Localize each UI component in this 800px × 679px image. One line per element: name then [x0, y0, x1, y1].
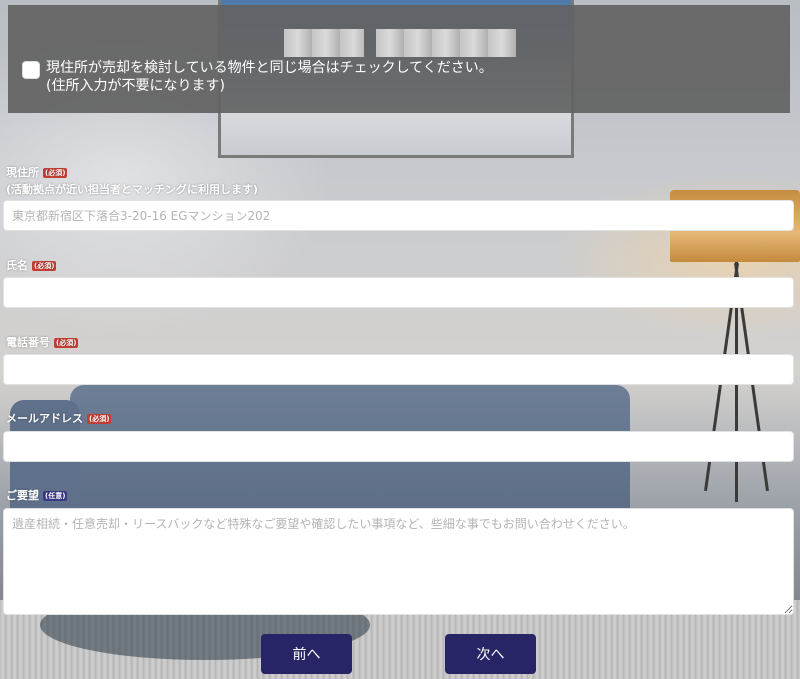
- required-badge: (必須): [43, 168, 68, 178]
- phone-label-text: 電話番号: [6, 336, 50, 349]
- next-button[interactable]: 次へ: [445, 634, 536, 674]
- phone-label: 電話番号 (必須): [6, 334, 79, 350]
- required-badge: (必須): [54, 338, 79, 348]
- same-address-text-line2: (住所入力が不要になります): [46, 78, 225, 94]
- required-badge: (必須): [87, 414, 112, 424]
- same-address-row: 現住所が売却を検討している物件と同じ場合はチェックしてください。 (住所入力が不…: [22, 59, 493, 95]
- name-label: 氏名 (必須): [6, 257, 57, 273]
- optional-badge: (任意): [43, 491, 68, 501]
- address-label-text: 現住所: [6, 166, 39, 179]
- address-label: 現住所 (必須): [6, 164, 68, 180]
- same-address-text-line1: 現住所が売却を検討している物件と同じ場合はチェックしてください。: [46, 60, 493, 76]
- same-address-checkbox[interactable]: [22, 61, 40, 79]
- email-label: メールアドレス (必須): [6, 410, 112, 426]
- email-input[interactable]: [3, 431, 794, 462]
- phone-input[interactable]: [3, 354, 794, 385]
- address-sublabel: (活動拠点が近い担当者とマッチングに利用します): [6, 183, 259, 196]
- same-address-text: 現住所が売却を検討している物件と同じ場合はチェックしてください。 (住所入力が不…: [46, 59, 493, 95]
- required-badge: (必須): [32, 261, 57, 271]
- name-label-text: 氏名: [6, 259, 28, 272]
- request-textarea[interactable]: [3, 508, 794, 615]
- same-address-notice: 現住所が売却を検討している物件と同じ場合はチェックしてください。 (住所入力が不…: [8, 5, 790, 113]
- pixelated-heading: [284, 29, 364, 57]
- pixelated-heading: [376, 29, 516, 57]
- request-label: ご要望 (任意): [6, 487, 68, 503]
- name-input[interactable]: [3, 277, 794, 308]
- email-label-text: メールアドレス: [6, 412, 83, 425]
- address-input[interactable]: [3, 200, 794, 231]
- prev-button[interactable]: 前へ: [261, 634, 352, 674]
- request-label-text: ご要望: [6, 489, 39, 502]
